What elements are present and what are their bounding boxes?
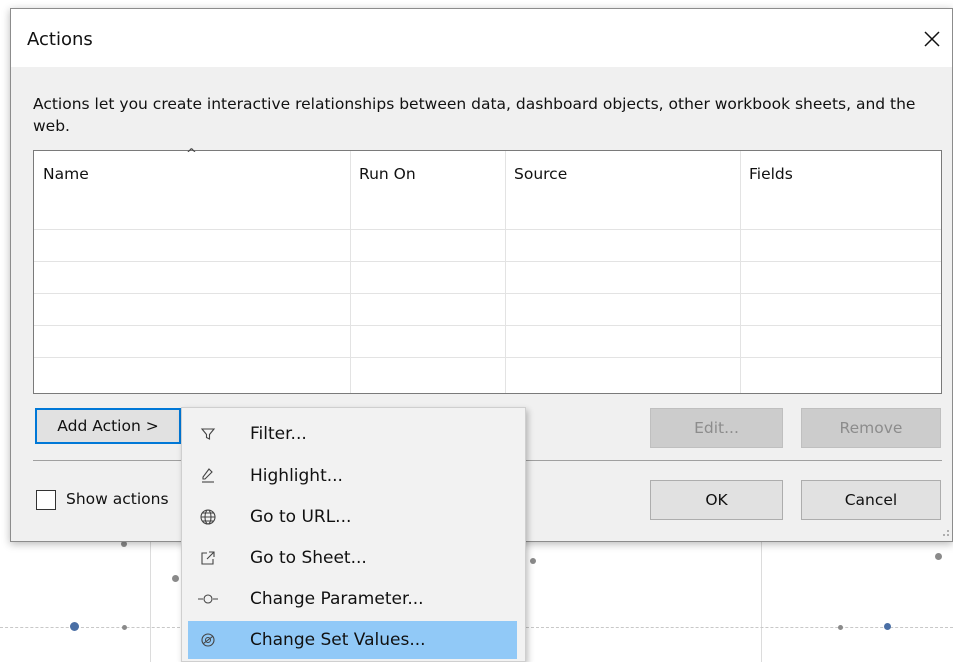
- set-values-icon: [188, 621, 228, 659]
- cancel-button[interactable]: Cancel: [801, 480, 941, 520]
- dialog-description: Actions let you create interactive relat…: [33, 95, 916, 135]
- ok-button[interactable]: OK: [650, 480, 783, 520]
- sort-ascending-icon: ^: [186, 147, 197, 162]
- add-action-menu: Filter... Highlight... Go to URL... Go t…: [181, 407, 526, 662]
- column-header-fields[interactable]: Fields: [740, 151, 943, 197]
- filter-icon: [188, 415, 228, 453]
- show-actions-label: Show actions: [66, 490, 169, 508]
- actions-table[interactable]: ^ Name Run On Source Fields: [33, 147, 943, 394]
- grid-line: [150, 540, 151, 662]
- row-divider: [34, 229, 941, 230]
- column-header-run-on[interactable]: Run On: [350, 151, 505, 197]
- menu-item-go-to-url[interactable]: Go to URL...: [188, 498, 517, 536]
- resize-grip-icon[interactable]: [940, 529, 950, 539]
- remove-button[interactable]: Remove: [801, 408, 941, 448]
- menu-item-change-set-values[interactable]: Change Set Values...: [188, 621, 517, 659]
- grid-line: [0, 627, 180, 628]
- close-button[interactable]: [912, 21, 952, 57]
- menu-item-go-to-sheet[interactable]: Go to Sheet...: [188, 539, 517, 577]
- menu-item-filter[interactable]: Filter...: [188, 415, 517, 453]
- row-divider: [34, 293, 941, 294]
- plot-point: [838, 625, 843, 630]
- add-action-button[interactable]: Add Action >: [35, 408, 181, 444]
- highlight-icon: [188, 457, 228, 495]
- plot-point: [70, 622, 79, 631]
- close-icon: [924, 31, 940, 47]
- plot-point: [172, 575, 179, 582]
- dialog-titlebar: Actions: [11, 9, 952, 67]
- menu-item-change-parameter[interactable]: Change Parameter...: [188, 580, 517, 618]
- grid-line: [761, 540, 762, 662]
- globe-icon: [188, 498, 228, 536]
- column-header-source[interactable]: Source: [505, 151, 740, 197]
- show-actions-checkbox[interactable]: [36, 490, 56, 510]
- external-sheet-icon: [188, 539, 228, 577]
- dialog-title: Actions: [27, 29, 93, 50]
- edit-button[interactable]: Edit...: [650, 408, 783, 448]
- menu-item-highlight[interactable]: Highlight...: [188, 457, 517, 495]
- column-header-name[interactable]: ^ Name: [34, 147, 350, 197]
- plot-point: [122, 625, 127, 630]
- parameter-icon: [188, 580, 228, 618]
- row-divider: [34, 325, 941, 326]
- plot-point: [530, 558, 536, 564]
- plot-point: [935, 553, 942, 560]
- plot-point: [884, 623, 891, 630]
- row-divider: [34, 261, 941, 262]
- row-divider: [34, 357, 941, 358]
- table-header: ^ Name Run On Source Fields: [34, 147, 943, 197]
